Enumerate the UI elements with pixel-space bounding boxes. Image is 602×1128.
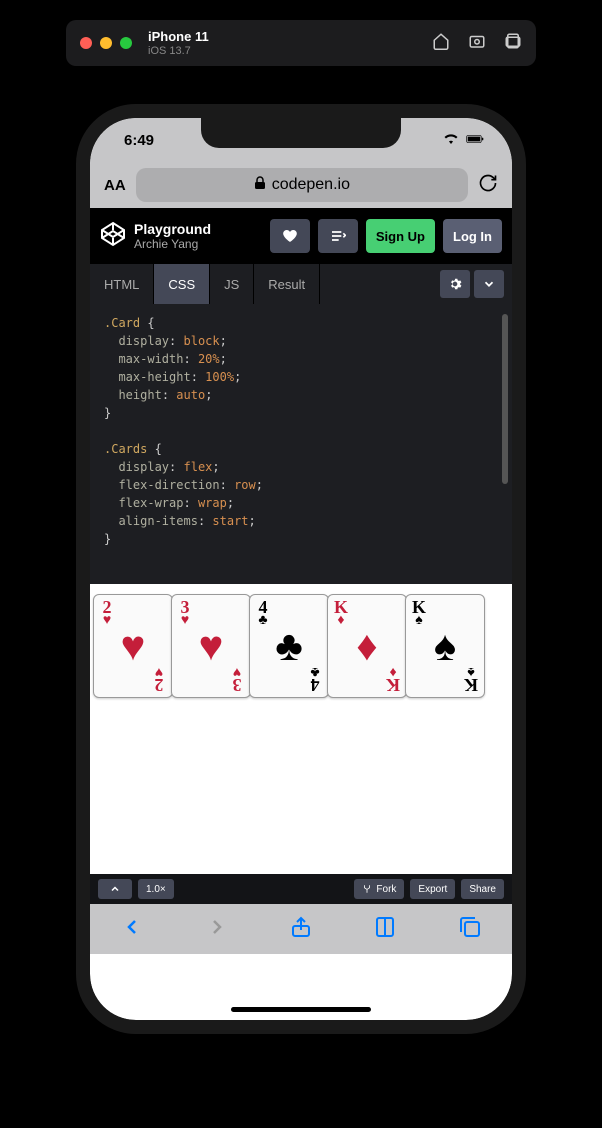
pen-author[interactable]: Archie Yang xyxy=(134,237,262,251)
url-domain: codepen.io xyxy=(272,176,350,194)
view-mode-button[interactable] xyxy=(318,219,358,253)
back-button[interactable] xyxy=(120,915,144,944)
minimize-window-button[interactable] xyxy=(100,37,112,49)
tab-css[interactable]: CSS xyxy=(154,264,210,304)
window-controls xyxy=(80,37,132,49)
notch xyxy=(201,118,401,148)
editor-scrollbar[interactable] xyxy=(502,314,508,484)
safari-url-bar: AA codepen.io xyxy=(90,162,512,208)
zoom-label[interactable]: 1.0× xyxy=(138,879,174,899)
wifi-icon xyxy=(442,132,460,149)
lock-icon xyxy=(254,176,266,195)
simulator-device-info: iPhone 11 iOS 13.7 xyxy=(148,29,209,57)
simulator-titlebar: iPhone 11 iOS 13.7 xyxy=(66,20,536,66)
editor-tabs: HTML CSS JS Result xyxy=(90,264,512,304)
device-name: iPhone 11 xyxy=(148,29,209,45)
signup-button[interactable]: Sign Up xyxy=(366,219,435,253)
playing-card: K♦♦K♦ xyxy=(327,594,407,698)
home-icon[interactable] xyxy=(432,32,450,55)
battery-icon xyxy=(466,132,484,149)
os-version: iOS 13.7 xyxy=(148,45,209,57)
heart-button[interactable] xyxy=(270,219,310,253)
home-indicator[interactable] xyxy=(231,1007,371,1012)
refresh-button[interactable] xyxy=(478,173,498,198)
iphone-device-frame: 6:49 AA codepen.io xyxy=(76,104,526,1034)
codepen-logo-icon[interactable] xyxy=(100,221,126,252)
codepen-footer: 1.0× Fork Export Share xyxy=(90,874,512,904)
url-field[interactable]: codepen.io xyxy=(136,168,468,202)
playing-card: K♠♠K♠ xyxy=(405,594,485,698)
tab-js[interactable]: JS xyxy=(210,264,254,304)
share-icon[interactable] xyxy=(289,915,313,944)
text-size-button[interactable]: AA xyxy=(104,177,126,194)
login-button[interactable]: Log In xyxy=(443,219,502,253)
chevron-down-button[interactable] xyxy=(474,270,504,298)
rotate-icon[interactable] xyxy=(504,32,522,55)
console-toggle-button[interactable] xyxy=(98,879,132,899)
playing-card: 4♣♣4♣ xyxy=(249,594,329,698)
maximize-window-button[interactable] xyxy=(120,37,132,49)
bookmarks-icon[interactable] xyxy=(373,915,397,944)
tab-html[interactable]: HTML xyxy=(90,264,154,304)
share-button[interactable]: Share xyxy=(461,879,504,899)
playing-card: 2♥♥2♥ xyxy=(93,594,173,698)
safari-toolbar xyxy=(90,904,512,954)
export-button[interactable]: Export xyxy=(410,879,455,899)
tabs-icon[interactable] xyxy=(458,915,482,944)
settings-button[interactable] xyxy=(440,270,470,298)
codepen-header: Playground Archie Yang Sign Up Log In xyxy=(90,208,512,264)
result-pane: 2♥♥2♥3♥♥3♥4♣♣4♣K♦♦K♦K♠♠K♠ xyxy=(90,584,512,874)
forward-button[interactable] xyxy=(205,915,229,944)
fork-button[interactable]: Fork xyxy=(354,879,404,899)
pen-title: Playground xyxy=(134,221,262,237)
close-window-button[interactable] xyxy=(80,37,92,49)
css-editor[interactable]: .Card { display: block; max-width: 20%; … xyxy=(90,304,512,584)
status-time: 6:49 xyxy=(124,132,154,149)
screenshot-icon[interactable] xyxy=(468,32,486,55)
tab-result[interactable]: Result xyxy=(254,264,320,304)
playing-card: 3♥♥3♥ xyxy=(171,594,251,698)
